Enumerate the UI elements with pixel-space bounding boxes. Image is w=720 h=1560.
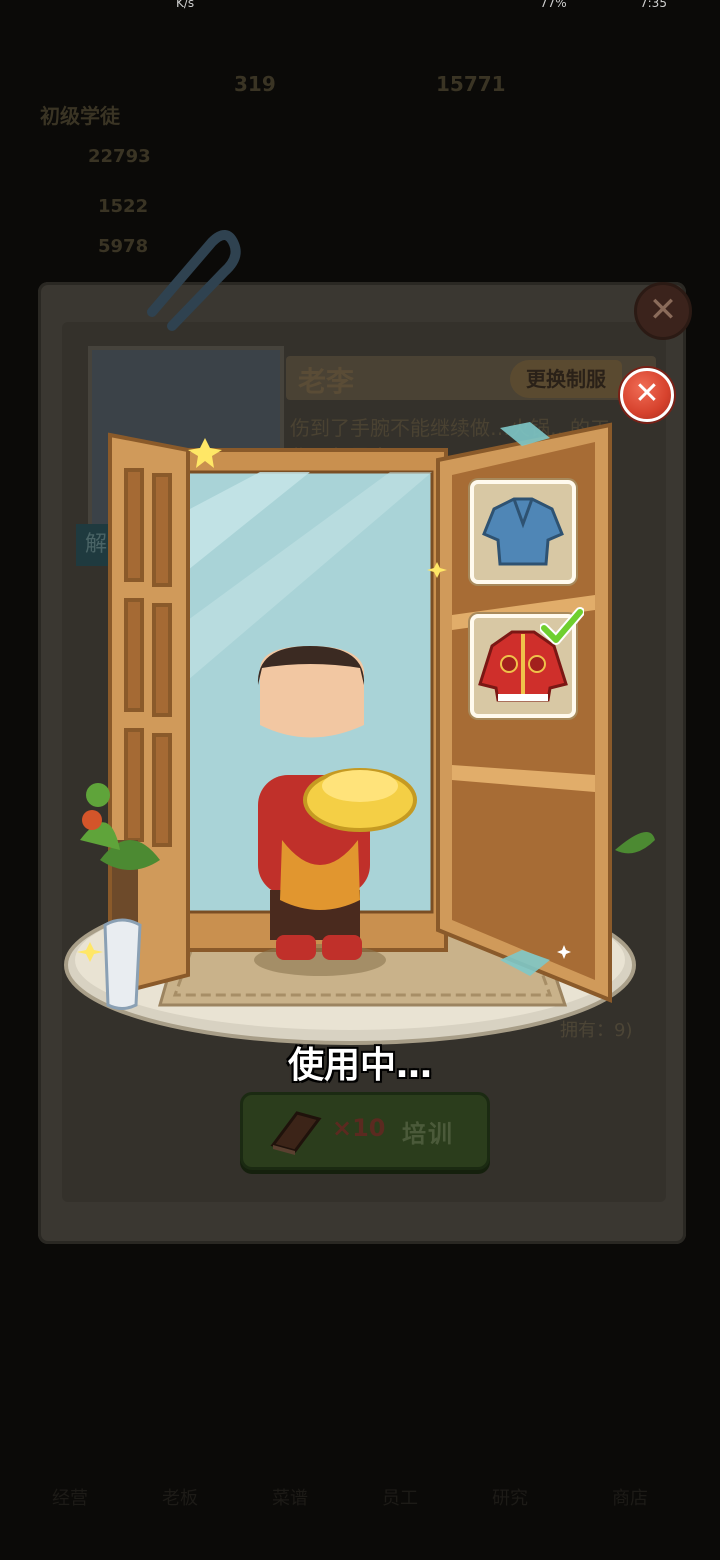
nav-item-5[interactable]: 商店 [590,1484,670,1510]
book-icon [270,1111,322,1155]
staff-name: 老李 [298,365,355,398]
dim-close-button[interactable]: ✕ [634,282,692,340]
blue-robe-icon [482,497,564,566]
change-uniform-button[interactable]: 更换制服 [510,360,622,398]
train-cost: ×10 [332,1114,386,1142]
paperclip-icon [147,230,241,331]
status-bar: K/s 77% 7:35 [0,0,720,14]
clock: 7:35 [640,0,667,10]
stat-b: 1522 [98,196,149,217]
level-title: 初级学徒 [40,104,120,128]
train-label: 培训 [402,1120,454,1148]
bottom-nav: 经营 老板 菜谱 员工 研究 商店 [0,1420,720,1520]
close-wardrobe-button[interactable]: ✕ [620,368,674,422]
battery-level: 77% [540,0,567,10]
coin-count: 319 [234,72,276,96]
stat-a: 22793 [88,146,151,167]
nav-item-4[interactable]: 研究 [470,1484,550,1510]
nav-item-0[interactable]: 经营 [30,1484,110,1510]
network-speed: K/s [176,0,195,10]
close-icon: ✕ [634,376,660,411]
in-use-label: 使用中… [287,1045,432,1086]
nav-item-2[interactable]: 菜谱 [250,1484,330,1510]
selected-check-icon [540,607,584,645]
outfit-slot-blue-robe[interactable] [470,480,576,584]
nav-item-1[interactable]: 老板 [140,1484,220,1510]
gem-count: 15771 [436,72,506,96]
nav-item-3[interactable]: 员工 [360,1484,440,1510]
